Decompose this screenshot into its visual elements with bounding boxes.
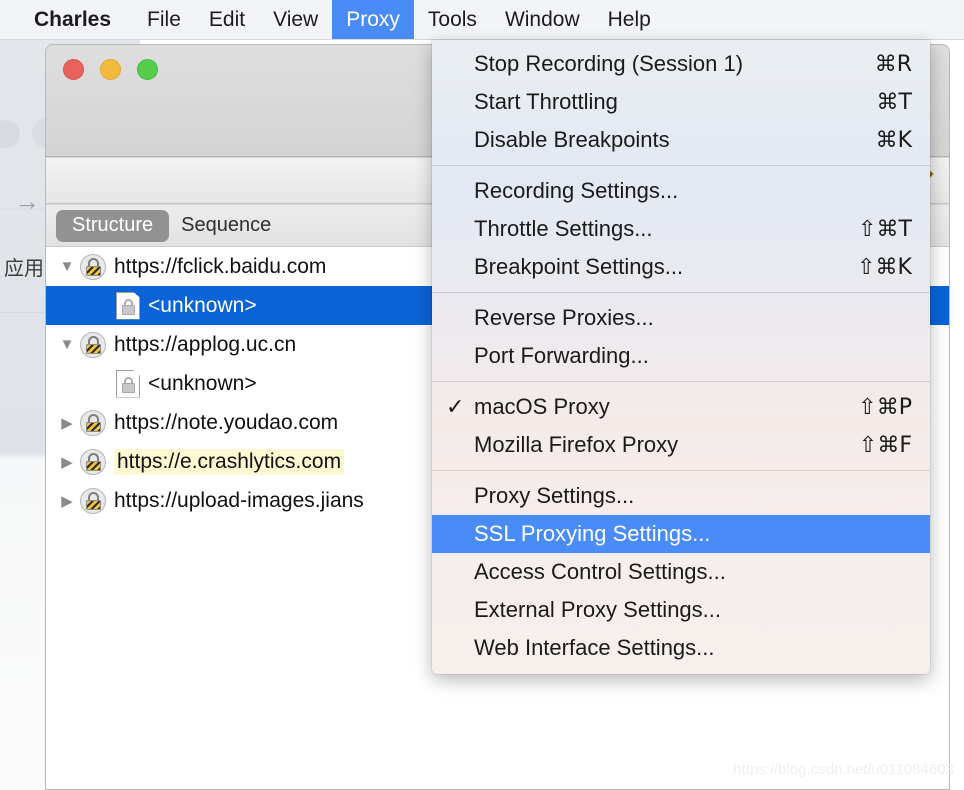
menu-item-label: Reverse Proxies... (474, 305, 654, 330)
menubar: Charles File Edit View Proxy Tools Window Help (0, 0, 964, 40)
menu-item-breakpoint-settings[interactable]: Breakpoint Settings... ⇧⌘K (432, 248, 930, 286)
menu-item-proxy-settings[interactable]: Proxy Settings... (432, 477, 930, 515)
traffic-lights (63, 59, 158, 80)
document-lock-icon (116, 291, 140, 320)
chevron-down-icon[interactable]: ▼ (54, 258, 80, 275)
screen: → 应用 Charles File Edit View Proxy Tools Window… (0, 0, 964, 790)
menu-item-disable-breakpoints[interactable]: Disable Breakpoints ⌘K (432, 121, 930, 159)
menu-item-label: Stop Recording (Session 1) (474, 51, 744, 76)
menu-item-label: Proxy Settings... (474, 483, 635, 508)
menubar-item-window[interactable]: Window (491, 0, 594, 39)
tree-row-label: <unknown> (148, 293, 257, 317)
menubar-item-file[interactable]: File (133, 0, 195, 39)
menu-item-label: SSL Proxying Settings... (474, 521, 711, 546)
tab-sequence[interactable]: Sequence (169, 210, 283, 241)
menu-item-label: Disable Breakpoints (474, 127, 670, 152)
menu-item-reverse-proxies[interactable]: Reverse Proxies... (432, 299, 930, 337)
background-chinese-label: 应用 (4, 256, 44, 280)
lock-round-icon (80, 409, 106, 436)
menu-item-label: Throttle Settings... (474, 216, 653, 241)
watermark: https://blog.csdn.net/u011084603 (733, 761, 954, 778)
menubar-item-tools[interactable]: Tools (414, 0, 491, 39)
tree-row-label: https://applog.uc.cn (114, 332, 297, 356)
menu-item-access-control-settings[interactable]: Access Control Settings... (432, 553, 930, 591)
menu-item-label: External Proxy Settings... (474, 597, 721, 622)
proxy-dropdown-menu[interactable]: Stop Recording (Session 1) ⌘R Start Thrott… (432, 40, 930, 674)
close-button[interactable] (63, 59, 84, 80)
menubar-item-help[interactable]: Help (594, 0, 665, 39)
menu-item-shortcut: ⇧⌘K (857, 254, 912, 280)
document-lock-icon (116, 369, 140, 398)
tree-row-label: https://upload-images.jians (114, 488, 364, 512)
tree-row-label: <unknown> (148, 371, 257, 395)
tree-row-label: https://e.crashlytics.com (114, 448, 345, 475)
checkmark-icon: ✓ (446, 394, 465, 419)
menu-item-label: Web Interface Settings... (474, 635, 715, 660)
lock-round-icon (80, 448, 106, 475)
menubar-item-proxy[interactable]: Proxy (332, 0, 414, 39)
menu-item-web-interface-settings[interactable]: Web Interface Settings... (432, 629, 930, 667)
tree-row-label: https://fclick.baidu.com (114, 254, 327, 278)
menu-item-label: Start Throttling (474, 89, 618, 114)
menu-item-start-throttling[interactable]: Start Throttling ⌘T (432, 83, 930, 121)
menu-item-port-forwarding[interactable]: Port Forwarding... (432, 337, 930, 375)
chevron-down-icon[interactable]: ▼ (54, 336, 80, 353)
menu-item-recording-settings[interactable]: Recording Settings... (432, 172, 930, 210)
lock-round-icon (80, 487, 106, 514)
menubar-item-edit[interactable]: Edit (195, 0, 259, 39)
menu-item-shortcut: ⌘T (876, 89, 912, 115)
menu-item-macos-proxy[interactable]: ✓ macOS Proxy ⇧⌘P (432, 388, 930, 426)
menu-separator (432, 165, 930, 166)
tree-row-label: https://note.youdao.com (114, 410, 339, 434)
menu-item-ssl-proxying-settings[interactable]: SSL Proxying Settings... (432, 515, 930, 553)
menu-item-label: Port Forwarding... (474, 343, 649, 368)
zoom-button[interactable] (137, 59, 158, 80)
menu-item-stop-recording-session-1[interactable]: Stop Recording (Session 1) ⌘R (432, 45, 930, 83)
chevron-right-icon[interactable]: ▶ (54, 492, 80, 510)
menubar-item-charles[interactable]: Charles (0, 0, 133, 39)
background-circle-icon (0, 120, 20, 148)
chevron-right-icon[interactable]: ▶ (54, 453, 80, 471)
menu-item-external-proxy-settings[interactable]: External Proxy Settings... (432, 591, 930, 629)
menu-separator (432, 381, 930, 382)
menu-item-label: macOS Proxy (474, 394, 610, 419)
menu-separator (432, 470, 930, 471)
menu-item-shortcut: ⇧⌘F (858, 432, 912, 458)
menu-item-label: Recording Settings... (474, 178, 679, 203)
menu-item-throttle-settings[interactable]: Throttle Settings... ⇧⌘T (432, 210, 930, 248)
tab-structure[interactable]: Structure (56, 209, 170, 242)
menubar-item-view[interactable]: View (259, 0, 332, 39)
menu-item-label: Access Control Settings... (474, 559, 726, 584)
menu-item-shortcut: ⌘R (874, 51, 912, 77)
minimize-button[interactable] (100, 59, 121, 80)
menu-item-label: Breakpoint Settings... (474, 254, 684, 279)
lock-round-icon (80, 331, 106, 358)
menu-item-shortcut: ⇧⌘T (858, 216, 912, 242)
chevron-right-icon[interactable]: ▶ (54, 414, 80, 432)
menu-item-shortcut: ⇧⌘P (858, 394, 912, 420)
lock-round-icon (80, 253, 106, 280)
menu-separator (432, 292, 930, 293)
menu-item-mozilla-firefox-proxy[interactable]: Mozilla Firefox Proxy ⇧⌘F (432, 426, 930, 464)
menu-item-shortcut: ⌘K (875, 127, 912, 153)
menu-item-label: Mozilla Firefox Proxy (474, 432, 679, 457)
